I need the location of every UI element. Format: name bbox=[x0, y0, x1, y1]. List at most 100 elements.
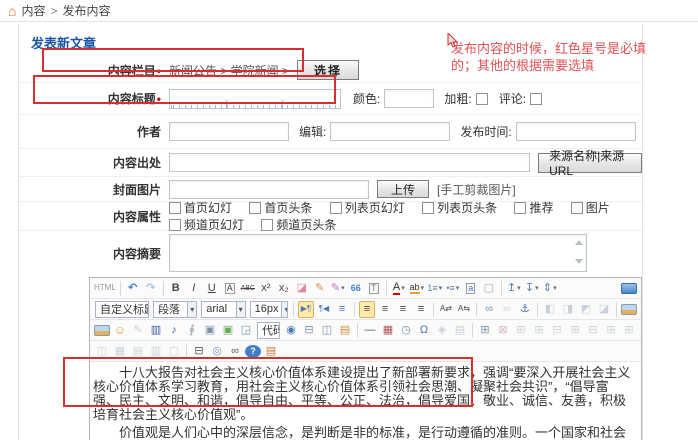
attribute-option[interactable]: 图片 bbox=[571, 201, 610, 215]
ordered-list-icon[interactable]: 1≡▾ bbox=[427, 280, 443, 297]
undo-icon[interactable]: ↶ bbox=[125, 280, 141, 297]
date-icon[interactable]: ▦ bbox=[380, 322, 396, 339]
align-center-icon[interactable]: ≡ bbox=[377, 301, 393, 318]
align-left-icon[interactable]: ≡ bbox=[359, 301, 375, 318]
chevron-down-icon[interactable]: ▾ bbox=[281, 302, 288, 317]
attribute-checkbox[interactable] bbox=[422, 202, 434, 214]
delete-col-icon: ⊟ bbox=[585, 322, 601, 339]
font-family-select[interactable]: arial▾ bbox=[201, 301, 245, 318]
paragraph-format-select[interactable]: 段落▾ bbox=[153, 301, 197, 318]
attribute-option[interactable]: 推荐 bbox=[514, 201, 553, 215]
editor-input[interactable] bbox=[330, 122, 450, 141]
anchor-icon[interactable]: ⚓ bbox=[517, 301, 533, 318]
author-input[interactable] bbox=[169, 122, 289, 141]
breadcrumb-item-content[interactable]: 内容 bbox=[21, 2, 45, 19]
highlight-color-icon[interactable]: ab▾ bbox=[409, 280, 425, 297]
strikethrough-icon[interactable]: ABC bbox=[240, 280, 256, 297]
print-preview-icon[interactable]: ⊟ bbox=[301, 322, 317, 339]
valign-top-icon[interactable]: ↥▾ bbox=[506, 280, 522, 297]
ltr-paragraph-icon[interactable]: ▶¶ bbox=[298, 301, 314, 318]
time-icon[interactable]: ◷ bbox=[398, 322, 414, 339]
insert-image-icon[interactable] bbox=[621, 304, 637, 315]
html-source-button[interactable]: HTML bbox=[94, 280, 116, 297]
publish-time-input[interactable] bbox=[516, 122, 636, 141]
font-border-icon[interactable]: A bbox=[222, 280, 238, 297]
line-height-icon[interactable]: ⇕▾ bbox=[542, 280, 558, 297]
valign-bottom-icon[interactable]: ↧▾ bbox=[524, 280, 540, 297]
eraser-icon[interactable]: ◪ bbox=[294, 280, 310, 297]
comment-checkbox[interactable] bbox=[530, 93, 542, 105]
custom-heading-select[interactable]: 自定义标题▾ bbox=[95, 301, 149, 318]
attribute-option[interactable]: 首页幻灯 bbox=[169, 201, 232, 215]
attribute-checkbox[interactable] bbox=[571, 202, 583, 214]
attribute-checkbox[interactable] bbox=[249, 202, 261, 214]
attribute-option[interactable]: 首页头条 bbox=[249, 201, 312, 215]
font-color-icon[interactable]: A▾ bbox=[391, 280, 407, 297]
letter-spacing-icon[interactable]: A⇄ bbox=[438, 301, 454, 318]
code-language-select[interactable]: 代码语言▾ bbox=[257, 322, 280, 339]
attribute-checkbox[interactable] bbox=[169, 202, 181, 214]
subscript-icon[interactable]: x₂ bbox=[276, 280, 292, 297]
blank-doc-icon[interactable]: ▢ bbox=[481, 280, 497, 297]
horizontal-rule-icon[interactable]: — bbox=[362, 322, 378, 339]
special-char-icon[interactable]: Ω bbox=[416, 322, 432, 339]
paint-format-icon[interactable]: ✎▾ bbox=[330, 280, 346, 297]
source-input[interactable] bbox=[169, 153, 530, 172]
emotion-icon[interactable]: ☺ bbox=[112, 322, 128, 339]
attribute-option[interactable]: 列表页头条 bbox=[422, 201, 497, 215]
attachment-icon[interactable]: ∮ bbox=[184, 322, 200, 339]
blockquote-icon[interactable]: 66 bbox=[348, 280, 364, 297]
summary-label: 内容摘要 bbox=[19, 245, 169, 262]
superscript-icon[interactable]: x² bbox=[258, 280, 274, 297]
bold-checkbox[interactable] bbox=[476, 93, 488, 105]
attribute-option[interactable]: 频道页头条 bbox=[261, 218, 336, 232]
source-name-url-button[interactable]: 来源名称|来源URL bbox=[538, 153, 642, 173]
scroll-down-icon[interactable] bbox=[575, 259, 583, 264]
image-float-left-icon: ◧ bbox=[542, 301, 558, 318]
indent-icon[interactable]: ≡ bbox=[334, 301, 350, 318]
attribute-option[interactable]: 频道页幻灯 bbox=[169, 218, 244, 232]
font-size-select[interactable]: 16px▾ bbox=[250, 301, 288, 318]
insert-table-icon[interactable]: ⊞ bbox=[477, 322, 493, 339]
scroll-up-icon[interactable] bbox=[575, 240, 583, 245]
insert-video-icon[interactable]: ▥ bbox=[148, 322, 164, 339]
rtl-paragraph-icon[interactable]: ¶◀ bbox=[316, 301, 332, 318]
breadcrumb-item-publish: 发布内容 bbox=[63, 2, 111, 19]
annotation-note: 发布内容的时候，红色星号是必填 的；其他的根据需要选填 bbox=[451, 40, 695, 74]
cover-input[interactable] bbox=[169, 180, 369, 199]
link-icon[interactable]: ∞ bbox=[481, 301, 497, 318]
underline-icon[interactable]: U bbox=[204, 280, 220, 297]
search-replace-icon[interactable]: ◉ bbox=[283, 322, 299, 339]
italic-icon[interactable]: I bbox=[186, 280, 202, 297]
help-icon[interactable]: ? bbox=[245, 345, 261, 358]
photo-album-icon[interactable] bbox=[94, 325, 110, 336]
screenshot-icon[interactable]: ◲ bbox=[238, 322, 254, 339]
chevron-down-icon[interactable]: ▾ bbox=[236, 302, 245, 317]
home-icon[interactable]: ⌂ bbox=[8, 4, 16, 18]
columns-icon[interactable]: ◫ bbox=[319, 322, 335, 339]
paste-text-icon[interactable]: T bbox=[366, 280, 382, 297]
fullscreen-monitor-icon[interactable] bbox=[621, 283, 637, 294]
align-right-icon[interactable]: ≡ bbox=[395, 301, 411, 318]
align-justify-icon[interactable]: ≡ bbox=[413, 301, 429, 318]
attribute-checkbox[interactable] bbox=[261, 219, 273, 231]
summary-textarea[interactable] bbox=[169, 234, 587, 272]
attribute-checkbox[interactable] bbox=[169, 219, 181, 231]
unordered-list-icon[interactable]: •≡▾ bbox=[445, 280, 461, 297]
redo-icon[interactable]: ↷ bbox=[143, 280, 159, 297]
map-icon[interactable]: ▣ bbox=[220, 322, 236, 339]
chevron-down-icon[interactable]: ▾ bbox=[187, 302, 196, 317]
upload-button[interactable]: 上传 bbox=[377, 180, 429, 198]
toolbar-separator bbox=[293, 302, 294, 317]
attribute-checkbox[interactable] bbox=[330, 202, 342, 214]
music-icon[interactable]: ♪ bbox=[166, 322, 182, 339]
format-brush-icon[interactable]: ✎ bbox=[312, 280, 328, 297]
insert-frame-icon[interactable]: ▣ bbox=[202, 322, 218, 339]
auto-typeset-icon[interactable]: a bbox=[463, 280, 479, 297]
template-icon[interactable]: ▤ bbox=[337, 322, 353, 339]
title-color-input[interactable] bbox=[384, 89, 434, 108]
word-spacing-icon[interactable]: A⇆ bbox=[456, 301, 472, 318]
attribute-option[interactable]: 列表页幻灯 bbox=[330, 201, 405, 215]
bold-icon[interactable]: B bbox=[168, 280, 184, 297]
attribute-checkbox[interactable] bbox=[514, 202, 526, 214]
